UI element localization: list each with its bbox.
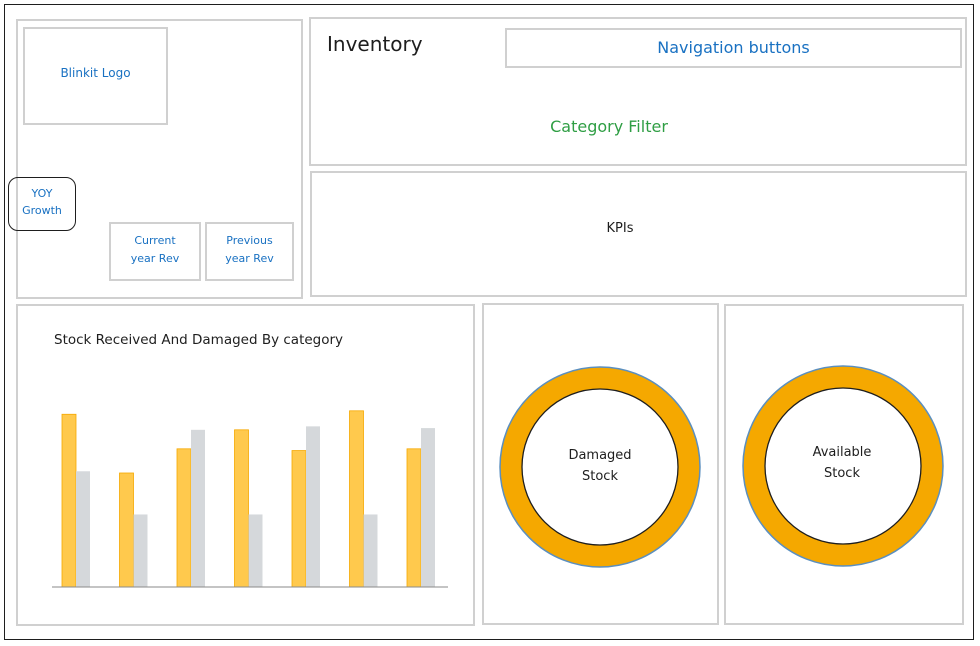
available-stock-label-line1: Available: [812, 445, 872, 460]
available-stock-donut: [742, 365, 944, 567]
available-stock-label-line2: Stock: [824, 466, 860, 481]
